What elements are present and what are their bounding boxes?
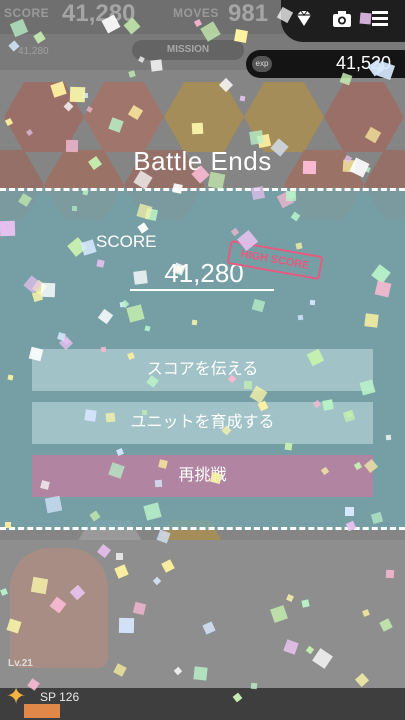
confetti-piece bbox=[284, 442, 293, 451]
camera-icon[interactable] bbox=[329, 8, 355, 34]
confetti-piece bbox=[69, 86, 86, 103]
hud-moves-label: MOVES bbox=[173, 6, 219, 20]
result-score-label: SCORE bbox=[96, 232, 157, 251]
game-screen: SCORE 41,280 MOVES 981 MISSION 41,280 Lv… bbox=[0, 0, 405, 720]
confetti-piece bbox=[193, 666, 208, 681]
confetti-piece bbox=[30, 576, 49, 595]
hamburger-menu-icon[interactable] bbox=[367, 8, 393, 34]
confetti-piece bbox=[191, 319, 198, 326]
retry-button[interactable]: 再挑戦 bbox=[32, 455, 373, 497]
confetti-piece bbox=[5, 522, 11, 528]
confetti-piece bbox=[0, 220, 16, 237]
confetti-piece bbox=[250, 185, 266, 201]
confetti-piece bbox=[302, 160, 317, 175]
confetti-piece bbox=[309, 299, 316, 306]
confetti-piece bbox=[191, 122, 204, 135]
confetti-piece bbox=[141, 409, 148, 416]
confetti-piece bbox=[297, 314, 304, 321]
exp-tag: exp bbox=[252, 56, 272, 72]
panel-bottom-divider bbox=[0, 527, 405, 530]
confetti-piece bbox=[359, 12, 372, 25]
confetti-piece bbox=[172, 183, 183, 194]
confetti-piece bbox=[150, 59, 163, 72]
top-menu bbox=[281, 0, 405, 42]
previous-score: 41,280 bbox=[18, 46, 49, 57]
confetti-piece bbox=[250, 682, 258, 690]
confetti-piece bbox=[44, 495, 63, 514]
confetti-piece bbox=[71, 205, 78, 212]
confetti-piece bbox=[239, 95, 246, 102]
mission-pill: MISSION bbox=[132, 40, 244, 60]
confetti-piece bbox=[385, 569, 395, 579]
panel-top-divider bbox=[0, 188, 405, 191]
confetti-piece bbox=[84, 409, 97, 422]
confetti-piece bbox=[118, 617, 135, 634]
confetti-piece bbox=[345, 507, 354, 516]
star-icon: ✦ bbox=[6, 683, 27, 710]
confetti-piece bbox=[116, 553, 123, 560]
confetti-piece bbox=[207, 171, 226, 190]
confetti-piece bbox=[249, 130, 264, 145]
train-unit-button[interactable]: ユニットを育成する bbox=[32, 402, 373, 444]
confetti-piece bbox=[385, 434, 392, 441]
score-underline bbox=[130, 289, 274, 291]
confetti-piece bbox=[243, 380, 253, 390]
confetti-piece bbox=[364, 313, 379, 328]
hud-score-label: SCORE bbox=[4, 6, 50, 20]
confetti-piece bbox=[100, 346, 107, 353]
confetti-piece bbox=[285, 190, 297, 202]
confetti-piece bbox=[322, 399, 334, 411]
sp-label: SP 126 bbox=[40, 690, 80, 704]
confetti-piece bbox=[133, 270, 148, 285]
confetti-piece bbox=[40, 282, 56, 298]
confetti-piece bbox=[234, 29, 248, 43]
unit-level: Lv.21 bbox=[8, 658, 33, 669]
diamond-icon[interactable] bbox=[291, 8, 317, 34]
confetti-piece bbox=[96, 259, 105, 268]
hud-moves-value: 981 bbox=[228, 0, 269, 27]
confetti-piece bbox=[154, 479, 163, 488]
confetti-piece bbox=[105, 412, 116, 423]
confetti-piece bbox=[65, 139, 79, 153]
